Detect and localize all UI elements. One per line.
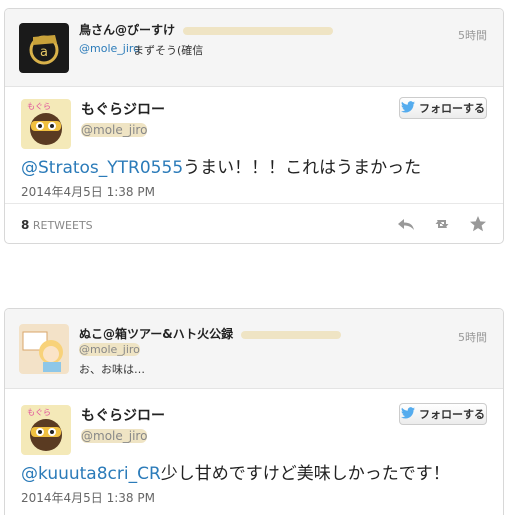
context-screen-name[interactable]: @mole_jiro xyxy=(79,42,140,55)
follow-button-label: フォローする xyxy=(419,102,485,115)
follow-button[interactable]: フォローする xyxy=(399,97,487,119)
tweet-timestamp[interactable]: 2014年4月5日 1:38 PM xyxy=(21,489,155,506)
context-avatar[interactable] xyxy=(19,324,69,374)
tweet-text: @Stratos_YTR0555うまい！！！これはうまかった xyxy=(21,153,491,178)
twitter-bird-icon xyxy=(401,100,415,116)
mention-link[interactable]: @kuuuta8cri_CR xyxy=(21,464,161,484)
mention-link[interactable]: @Stratos_YTR0555 xyxy=(21,158,183,178)
svg-text:もぐら: もぐら xyxy=(27,102,51,111)
author-screen-name[interactable]: @mole_jiro xyxy=(81,429,148,443)
tweet-text: @kuuuta8cri_CR少し甘めですけど美味しかったです！ xyxy=(21,459,491,484)
twitter-bird-icon xyxy=(401,406,415,422)
author-display-name[interactable]: もぐらジロー xyxy=(81,405,165,425)
context-display-name[interactable]: 鳥さん@ぴーすけ xyxy=(79,21,334,38)
context-timestamp[interactable]: 5時間 xyxy=(458,329,487,345)
context-timestamp[interactable]: 5時間 xyxy=(458,27,487,43)
author-avatar[interactable]: もぐら xyxy=(21,99,71,149)
context-avatar[interactable]: a xyxy=(19,23,69,73)
tweet-body: 少し甘めですけど美味しかったです！ xyxy=(160,464,450,484)
tweet-stats-bar: 8 RETWEETS xyxy=(5,203,503,243)
follow-button-label: フォローする xyxy=(419,408,485,421)
retweet-count[interactable]: 8 RETWEETS xyxy=(21,218,93,232)
tweet-body: うまい！！！これはうまかった xyxy=(183,158,422,178)
in-reply-to-context: ぬこ@箱ツアー&ハト火公録 @mole_jiro お、お味は… 5時間 xyxy=(5,309,503,389)
author-screen-name[interactable]: @mole_jiro xyxy=(81,123,148,137)
reply-icon[interactable] xyxy=(397,215,415,233)
embedded-tweet-card: ぬこ@箱ツアー&ハト火公録 @mole_jiro お、お味は… 5時間 もぐら … xyxy=(4,308,504,515)
svg-text:もぐら: もぐら xyxy=(27,408,51,417)
embedded-tweet-card: a 鳥さん@ぴーすけ @mole_jiro まずそう(確信 5時間 もぐら もぐ… xyxy=(4,8,504,244)
favorite-icon[interactable] xyxy=(469,215,487,233)
context-tweet-text: まずそう(確信 xyxy=(133,44,204,57)
author-display-name[interactable]: もぐらジロー xyxy=(81,99,165,119)
tweet-actions xyxy=(397,215,487,233)
in-reply-to-context: a 鳥さん@ぴーすけ @mole_jiro まずそう(確信 5時間 xyxy=(5,9,503,87)
context-display-name[interactable]: ぬこ@箱ツアー&ハト火公録 xyxy=(79,325,342,342)
context-tweet-text: お、お味は… xyxy=(79,363,145,376)
svg-text:a: a xyxy=(40,45,48,60)
author-avatar[interactable]: もぐら xyxy=(21,405,71,455)
retweet-icon[interactable] xyxy=(433,215,451,233)
follow-button[interactable]: フォローする xyxy=(399,403,487,425)
tweet-timestamp[interactable]: 2014年4月5日 1:38 PM xyxy=(21,183,155,200)
context-screen-name[interactable]: @mole_jiro xyxy=(79,343,140,356)
